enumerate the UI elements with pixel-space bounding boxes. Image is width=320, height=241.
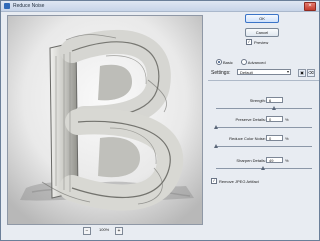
reduce-color-noise-slider-thumb[interactable] — [214, 144, 218, 148]
reduce-noise-dialog: Reduce Noise × − 100% + OK Cancel ✓ Prev… — [0, 0, 320, 241]
basic-radio-option[interactable]: Basic — [216, 58, 233, 65]
remove-jpeg-artifact-checkbox[interactable]: ✓ — [211, 178, 217, 184]
preview-checkbox-row[interactable]: ✓ Preview — [246, 39, 268, 45]
trash-icon: ⌫ — [308, 70, 314, 75]
preview-canvas — [8, 16, 202, 224]
ok-button[interactable]: OK — [245, 14, 279, 23]
window-title: Reduce Noise — [13, 3, 45, 9]
reduce-color-noise-value: 0 — [269, 136, 272, 141]
settings-value: Default — [240, 70, 253, 75]
preserve-details-unit: % — [285, 117, 289, 122]
reduce-color-noise-input[interactable]: 0 — [266, 135, 283, 141]
reduce-color-noise-label: Reduce Color Noise: — [229, 136, 266, 141]
cancel-button[interactable]: Cancel — [245, 28, 279, 37]
sharpen-details-control: Sharpen Details: 49 % — [208, 157, 319, 178]
delete-settings-button[interactable]: ⌫ — [307, 69, 315, 77]
zoom-out-button[interactable]: − — [83, 227, 91, 235]
remove-jpeg-artifact-label: Remove JPEG Artifact — [219, 178, 259, 184]
zoom-bar: − 100% + — [7, 226, 201, 236]
sharpen-details-label: Sharpen Details: — [236, 158, 266, 163]
preserve-details-label: Preserve Details: — [235, 117, 266, 122]
chevron-down-icon: ▾ — [286, 69, 289, 74]
panel-divider — [208, 80, 319, 81]
minus-icon: − — [85, 228, 89, 234]
sharpen-details-slider-thumb[interactable] — [261, 166, 266, 170]
close-button[interactable]: × — [304, 2, 316, 11]
strength-control: Strength: 6 — [208, 97, 319, 118]
preview-image[interactable] — [7, 15, 203, 225]
app-icon — [4, 3, 10, 9]
plus-icon: + — [117, 228, 121, 234]
zoom-in-button[interactable]: + — [115, 227, 123, 235]
basic-label: Basic — [223, 60, 233, 65]
reduce-color-noise-control: Reduce Color Noise: 0 % — [208, 135, 319, 156]
sharpen-details-unit: % — [285, 158, 289, 163]
mode-selector: Basic Advanced — [216, 58, 266, 65]
strength-slider-thumb[interactable] — [271, 106, 276, 110]
advanced-label: Advanced — [247, 60, 266, 65]
strength-label: Strength: — [249, 98, 266, 103]
sharpen-details-slider-track[interactable] — [216, 166, 312, 170]
preserve-details-control: Preserve Details: 0 % — [208, 116, 319, 137]
advanced-radio-option[interactable]: Advanced — [240, 58, 266, 65]
settings-label: Settings: — [211, 70, 231, 76]
settings-row: Settings: Default ▾ ▣ ⌫ — [211, 69, 316, 77]
strength-value: 6 — [269, 98, 272, 103]
preview-checkbox[interactable]: ✓ — [246, 39, 252, 45]
reduce-color-noise-unit: % — [285, 136, 289, 141]
preserve-details-value: 0 — [269, 117, 272, 122]
save-settings-button[interactable]: ▣ — [298, 69, 306, 77]
strength-input[interactable]: 6 — [266, 97, 283, 103]
advanced-radio[interactable] — [240, 59, 247, 65]
strength-slider-track[interactable] — [216, 106, 312, 110]
remove-jpeg-artifact-row[interactable]: ✓ Remove JPEG Artifact — [211, 178, 259, 184]
preserve-details-slider-track[interactable] — [214, 125, 312, 129]
basic-radio[interactable] — [216, 59, 222, 65]
sharpen-details-value: 49 — [269, 158, 274, 163]
reduce-color-noise-slider-track[interactable] — [214, 144, 312, 148]
settings-panel: OK Cancel ✓ Preview Basic Advanced Setti… — [208, 11, 319, 240]
preserve-details-slider-thumb[interactable] — [214, 125, 218, 129]
save-icon: ▣ — [300, 70, 304, 75]
close-icon: × — [308, 3, 312, 9]
preview-label: Preview — [254, 39, 269, 45]
settings-dropdown[interactable]: Default ▾ — [237, 69, 291, 75]
preserve-details-input[interactable]: 0 — [266, 116, 283, 122]
sharpen-details-input[interactable]: 49 — [266, 157, 283, 163]
zoom-level: 100% — [99, 227, 110, 232]
